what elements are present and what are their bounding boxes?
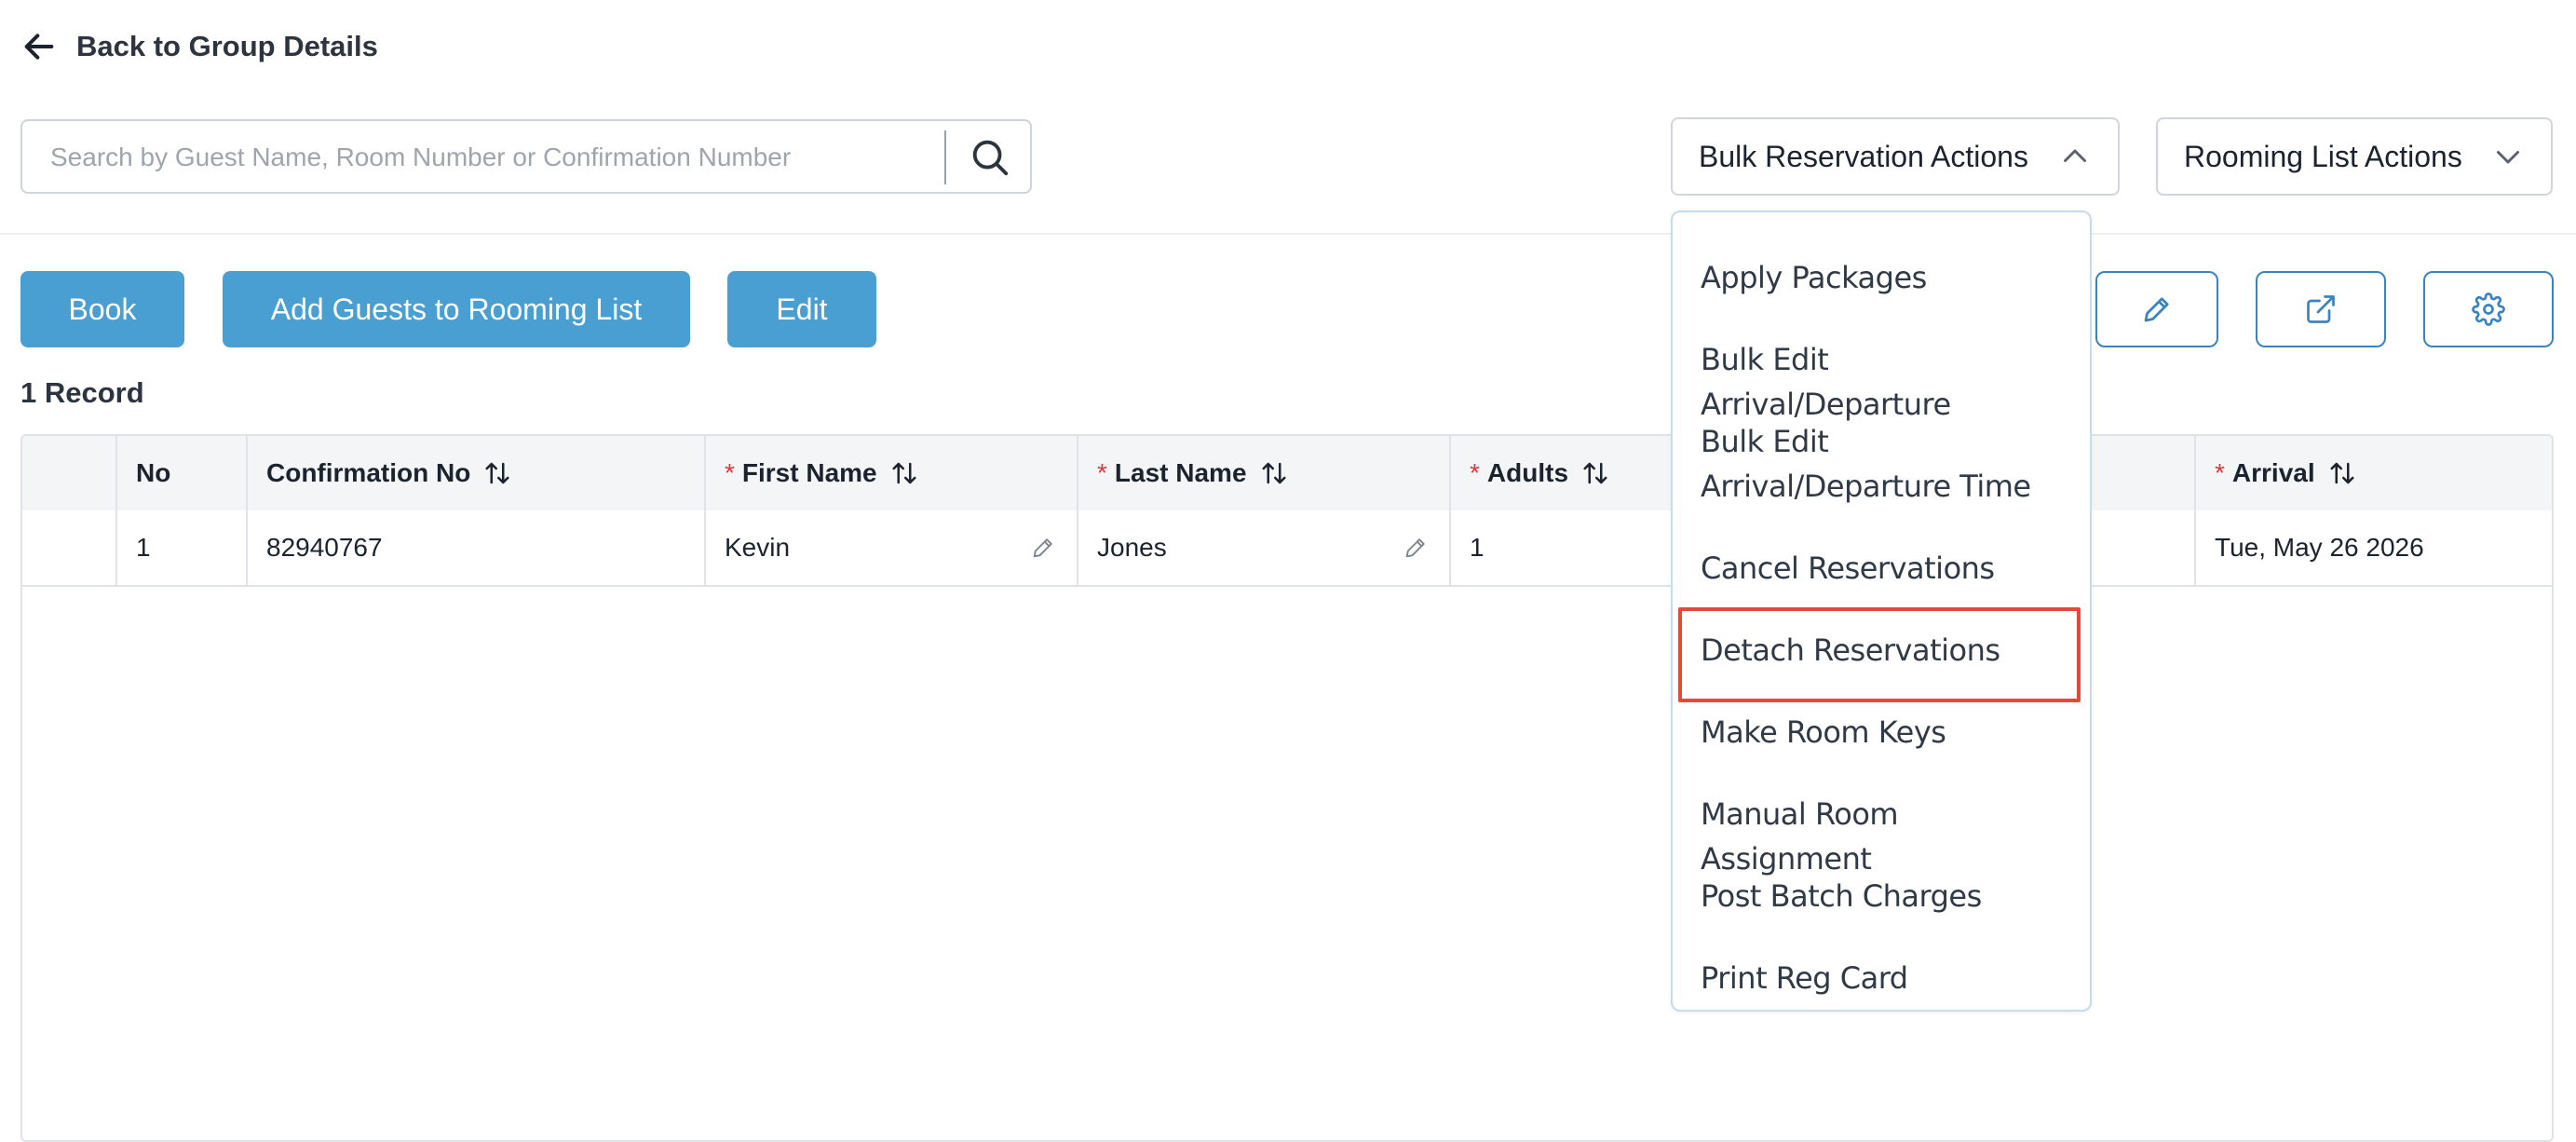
sort-icon[interactable] (483, 459, 511, 487)
sort-icon[interactable] (2328, 459, 2356, 487)
cell-confirmation-no: 82940767 (246, 510, 704, 585)
gear-icon (2472, 292, 2505, 326)
menu-item-detach-reservations[interactable]: Detach Reservations (1701, 628, 2073, 673)
rooming-list-actions-label: Rooming List Actions (2184, 139, 2462, 173)
cell-first-name[interactable]: Kevin (704, 510, 1077, 585)
external-link-icon (2307, 295, 2335, 323)
sort-icon[interactable] (1260, 459, 1288, 487)
menu-item-manual-room-assignment[interactable]: Manual Room Assignment (1701, 792, 2073, 881)
first-name-value: Kevin (725, 533, 791, 562)
bulk-reservation-actions-menu: Apply Packages Bulk Edit Arrival/Departu… (1671, 211, 2092, 1012)
table-header-row: No Confirmation No * First Name * Last N… (22, 436, 2552, 510)
add-guests-to-rooming-list-button[interactable]: Add Guests to Rooming List (223, 271, 690, 347)
header-first-name-label: First Name (741, 458, 877, 487)
menu-item-bulk-edit-arrival-departure-time[interactable]: Bulk Edit Arrival/Departure Time (1701, 419, 2073, 509)
rooming-list-actions-dropdown[interactable]: Rooming List Actions (2156, 117, 2553, 196)
menu-item-bulk-edit-arrival-departure[interactable]: Bulk Edit Arrival/Departure (1701, 337, 2073, 427)
edit-icon-button[interactable] (2095, 271, 2218, 347)
header-divider (0, 233, 2576, 235)
export-button[interactable] (2256, 271, 2386, 347)
last-name-value: Jones (1097, 533, 1167, 562)
back-to-group-details-link[interactable]: Back to Group Details (20, 24, 378, 69)
pencil-icon (2144, 297, 2169, 322)
menu-item-apply-packages[interactable]: Apply Packages (1701, 255, 2073, 300)
chevron-down-icon (2497, 151, 2519, 164)
table-row[interactable]: 1 82940767 Kevin Jones 1 Tue, May 26 202… (22, 510, 2552, 587)
settings-button[interactable] (2423, 271, 2554, 347)
pencil-icon[interactable] (1403, 535, 1429, 561)
header-confirmation-label: Confirmation No (266, 458, 471, 487)
required-marker: * (725, 458, 735, 487)
bulk-reservation-actions-label: Bulk Reservation Actions (1699, 139, 2028, 173)
row-select-cell[interactable] (22, 510, 115, 585)
menu-item-cancel-reservations[interactable]: Cancel Reservations (1701, 546, 2073, 591)
sort-icon[interactable] (890, 459, 918, 487)
cell-no: 1 (115, 510, 246, 585)
header-first-name[interactable]: * First Name (704, 436, 1077, 510)
header-last-name[interactable]: * Last Name (1077, 436, 1449, 510)
chevron-up-icon (2064, 149, 2086, 162)
required-marker: * (1097, 458, 1107, 487)
rooming-list-table: No Confirmation No * First Name * Last N… (20, 434, 2554, 1142)
search-icon[interactable] (969, 136, 1011, 179)
header-last-name-label: Last Name (1114, 458, 1247, 487)
search-box (20, 119, 1032, 194)
search-input[interactable] (48, 136, 946, 179)
pencil-icon[interactable] (1030, 535, 1056, 561)
header-no-label: No (136, 458, 171, 487)
required-marker: * (1470, 458, 1480, 487)
header-confirmation-no[interactable]: Confirmation No (246, 436, 704, 510)
header-no: No (115, 436, 246, 510)
cell-last-name[interactable]: Jones (1077, 510, 1449, 585)
record-count: 1 Record (20, 376, 144, 409)
required-marker: * (2215, 458, 2225, 487)
header-arrival[interactable]: * Arrival (2194, 436, 2552, 510)
cell-arrival: Tue, May 26 2026 (2194, 510, 2552, 585)
back-link-label: Back to Group Details (76, 30, 378, 62)
bulk-reservation-actions-dropdown[interactable]: Bulk Reservation Actions (1671, 117, 2120, 196)
edit-button[interactable]: Edit (727, 271, 876, 347)
search-divider (944, 130, 946, 184)
header-adults-label: Adults (1486, 458, 1569, 487)
header-select (22, 436, 115, 510)
menu-item-make-room-keys[interactable]: Make Room Keys (1701, 710, 2073, 755)
menu-item-print-reg-card[interactable]: Print Reg Card (1701, 956, 2073, 1000)
menu-item-post-batch-charges[interactable]: Post Batch Charges (1701, 874, 2073, 918)
arrow-left-icon (24, 34, 54, 60)
header-arrival-label: Arrival (2231, 458, 2315, 487)
sort-icon[interactable] (1581, 459, 1609, 487)
book-button[interactable]: Book (20, 271, 184, 347)
